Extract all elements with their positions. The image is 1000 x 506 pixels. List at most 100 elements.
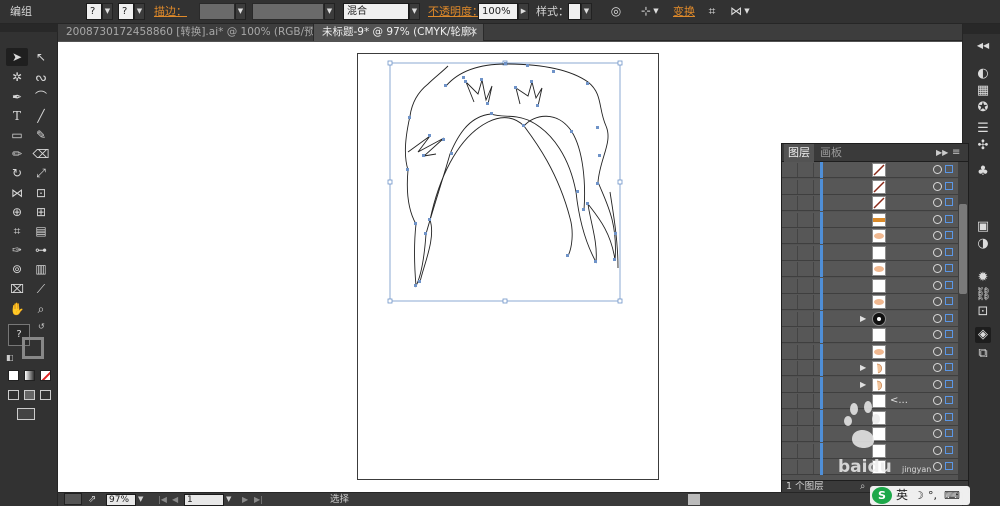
rotate-tool-icon[interactable]: ↻ — [6, 164, 28, 182]
layer-row[interactable] — [782, 261, 958, 277]
selection-indicator-icon[interactable] — [945, 379, 953, 388]
selection-indicator-icon[interactable] — [945, 198, 953, 206]
stroke-weight-dropdown-icon[interactable]: ▼ — [235, 3, 246, 20]
lock-toggle[interactable] — [800, 196, 814, 210]
eraser-tool-icon[interactable]: ⌫ — [30, 145, 52, 163]
screen-mode-icon[interactable] — [17, 408, 35, 420]
visibility-toggle[interactable] — [784, 443, 798, 458]
visibility-toggle[interactable] — [784, 460, 798, 474]
selection-indicator-icon[interactable] — [945, 297, 953, 305]
layers-scroll-thumb[interactable] — [959, 204, 967, 294]
lock-toggle[interactable] — [800, 262, 814, 276]
style-swatch[interactable] — [568, 3, 581, 20]
target-circle-icon[interactable] — [933, 280, 942, 290]
visibility-toggle[interactable] — [784, 328, 798, 342]
fill-swatch[interactable]: ? — [86, 3, 102, 20]
layer-row[interactable]: <... — [782, 393, 958, 409]
swap-colors-icon[interactable]: ↺ — [38, 322, 45, 331]
variable-width-select[interactable] — [252, 3, 324, 20]
pen-tool-icon[interactable]: ✒ — [6, 88, 28, 106]
style-dropdown-icon[interactable]: ▼ — [581, 3, 592, 20]
fill-dropdown-icon[interactable]: ▼ — [102, 3, 113, 20]
target-circle-icon[interactable] — [933, 165, 942, 174]
stroke-panel-icon[interactable]: ☰ — [975, 121, 991, 137]
column-graph-tool-icon[interactable]: ▥ — [30, 260, 52, 278]
selection-indicator-icon[interactable] — [945, 231, 953, 239]
target-circle-icon[interactable] — [933, 181, 942, 191]
artboard-dropdown-icon[interactable]: ▼ — [226, 493, 231, 506]
target-circle-icon[interactable] — [933, 214, 942, 224]
symbols-panel-icon[interactable]: ♣ — [975, 164, 991, 180]
isolate-icon[interactable]: ⌗ — [703, 3, 721, 20]
selection-indicator-icon[interactable] — [945, 429, 953, 437]
layer-row[interactable] — [782, 244, 958, 261]
gradient-tool-icon[interactable]: ▤ — [30, 222, 52, 240]
zoom-dropdown-icon[interactable]: ▼ — [138, 493, 143, 506]
tab-layers[interactable]: 图层 — [784, 144, 814, 162]
ime-punct-icon[interactable]: °, — [928, 486, 937, 505]
layers-panel-icon[interactable]: ◈ — [975, 327, 991, 343]
lock-toggle[interactable] — [800, 229, 814, 243]
draw-normal-icon[interactable] — [8, 390, 19, 400]
ime-language-toggle[interactable]: 英 — [896, 486, 908, 505]
blend-mode-select[interactable]: 混合 — [343, 3, 409, 20]
share-icon[interactable]: ⇗ — [88, 493, 96, 506]
hand-tool-icon[interactable]: ✋ — [6, 300, 28, 318]
selection-indicator-icon[interactable] — [945, 247, 953, 256]
visibility-toggle[interactable] — [784, 344, 798, 359]
rectangle-tool-icon[interactable]: ▭ — [6, 126, 28, 144]
tab-document-2[interactable]: 未标题-9* @ 97% (CMYK/轮廓) ✕ — [314, 24, 484, 41]
color-mode-icon[interactable] — [8, 370, 19, 381]
selection-indicator-icon[interactable] — [945, 214, 953, 223]
opacity-dropdown-icon[interactable]: ▶ — [518, 3, 529, 20]
visibility-toggle[interactable] — [784, 245, 798, 260]
graphic-styles-icon[interactable]: ▣ — [975, 219, 991, 235]
layer-row[interactable] — [782, 459, 958, 475]
shape-builder-tool-icon[interactable]: ⊕ — [6, 203, 28, 221]
target-circle-icon[interactable] — [933, 379, 942, 389]
ime-keyboard-icon[interactable]: ⌨ — [944, 486, 960, 505]
line-tool-icon[interactable]: ╱ — [30, 107, 52, 125]
variable-width-dropdown-icon[interactable]: ▼ — [324, 3, 335, 20]
expand-arrow-icon[interactable]: ▶ — [860, 378, 866, 392]
target-circle-icon[interactable] — [933, 330, 942, 339]
visibility-toggle[interactable] — [784, 295, 798, 309]
layer-row[interactable] — [782, 409, 958, 426]
align-dropdown-icon[interactable]: ▼ — [651, 3, 661, 20]
visibility-toggle[interactable] — [784, 163, 798, 177]
slice-tool-icon[interactable]: ⟋ — [30, 280, 52, 298]
blend-mode-dropdown-icon[interactable]: ▼ — [409, 3, 420, 20]
expand-arrow-icon[interactable]: ▶ — [860, 312, 866, 326]
lock-toggle[interactable] — [800, 212, 814, 227]
layer-row[interactable] — [782, 195, 958, 211]
lock-toggle[interactable] — [800, 311, 814, 326]
visibility-toggle[interactable] — [784, 212, 798, 227]
swatches-panel-icon[interactable]: ▦ — [975, 83, 991, 99]
magic-wand-tool-icon[interactable]: ✲ — [6, 68, 28, 86]
color-panel-icon[interactable]: ◐ — [975, 66, 991, 82]
visibility-toggle[interactable] — [784, 311, 798, 326]
eyedropper-tool-icon[interactable]: ✑ — [6, 241, 28, 259]
artboards-panel-icon[interactable]: ⧉ — [975, 346, 991, 362]
flip-dropdown-icon[interactable]: ▼ — [742, 3, 752, 20]
lock-toggle[interactable] — [800, 377, 814, 392]
lock-toggle[interactable] — [800, 460, 814, 474]
layer-row[interactable]: ▶ — [782, 360, 958, 376]
selection-indicator-icon[interactable] — [945, 363, 953, 371]
lock-toggle[interactable] — [800, 278, 814, 293]
visibility-toggle[interactable] — [784, 410, 798, 425]
target-circle-icon[interactable] — [933, 396, 942, 405]
color-guide-icon[interactable]: ✪ — [975, 100, 991, 116]
stroke-swatch[interactable]: ? — [118, 3, 134, 20]
lock-toggle[interactable] — [800, 410, 814, 425]
visibility-toggle[interactable] — [784, 179, 798, 194]
selection-indicator-icon[interactable] — [945, 412, 953, 421]
zoom-tool-icon[interactable]: ⌕ — [30, 300, 52, 318]
first-artboard-icon[interactable]: |◀ — [158, 493, 167, 506]
horizontal-scroll-thumb[interactable] — [688, 494, 700, 505]
zoom-input[interactable]: 97% — [106, 494, 136, 506]
symbol-sprayer-tool-icon[interactable]: ⊚ — [6, 260, 28, 278]
target-circle-icon[interactable] — [933, 429, 942, 438]
stroke-weight-label[interactable]: 描边： — [154, 3, 187, 20]
tools-panel-grip[interactable] — [0, 24, 58, 32]
